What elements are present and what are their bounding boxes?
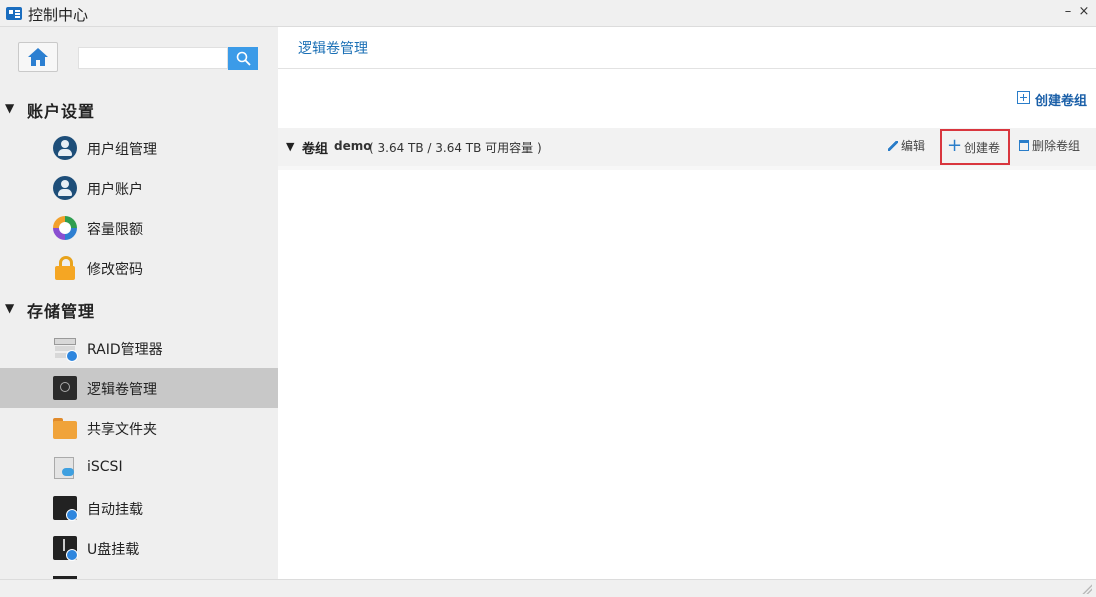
quota-icon bbox=[53, 216, 77, 240]
sidebar-item-label: 用户组管理 bbox=[87, 142, 157, 158]
lock-icon bbox=[53, 256, 77, 280]
sidebar-item-label: 自动挂载 bbox=[87, 502, 143, 518]
sidebar-item-label: 用户账户 bbox=[87, 182, 143, 198]
pencil-icon bbox=[888, 141, 898, 151]
sidebar-item-change-password[interactable]: 修改密码 bbox=[0, 248, 278, 288]
sidebar: ▼ 账户设置 用户组管理 用户账户 容量限额 修改密码 ▼ 存储管理 RAID管… bbox=[0, 27, 278, 579]
create-volume-label: 创建卷 bbox=[964, 141, 1001, 155]
sidebar-item-label: 逻辑卷管理 bbox=[87, 382, 157, 398]
edit-button[interactable]: 编辑 bbox=[888, 137, 925, 157]
auto-mount-icon bbox=[53, 496, 78, 521]
user-group-icon bbox=[53, 136, 77, 160]
plus-box-icon bbox=[1017, 91, 1030, 104]
sidebar-item-iscsi[interactable]: iSCSI bbox=[0, 448, 278, 488]
trash-icon bbox=[1019, 140, 1029, 151]
breadcrumb: 逻辑卷管理 bbox=[298, 41, 368, 57]
section-label: 存储管理 bbox=[27, 302, 96, 321]
title-bar: 控制中心 – × bbox=[0, 0, 1096, 27]
collapse-arrow-icon: ▼ bbox=[5, 101, 15, 115]
resize-grip-icon[interactable] bbox=[1082, 584, 1092, 594]
plus-icon: + bbox=[947, 135, 963, 156]
create-volume-button[interactable]: + 创建卷 bbox=[940, 129, 1010, 165]
sidebar-item-logical-volume[interactable]: 逻辑卷管理 bbox=[0, 368, 278, 408]
search-icon bbox=[236, 51, 251, 66]
search-input[interactable] bbox=[78, 47, 228, 69]
control-center-icon bbox=[6, 7, 22, 20]
raid-icon bbox=[53, 336, 78, 362]
sidebar-item-label: RAID管理器 bbox=[87, 342, 163, 358]
delete-volume-group-label: 删除卷组 bbox=[1032, 139, 1081, 153]
search-button[interactable] bbox=[228, 47, 258, 70]
sidebar-item-label: 修改密码 bbox=[87, 262, 143, 278]
sidebar-item-shared-folder[interactable]: 共享文件夹 bbox=[0, 408, 278, 448]
sidebar-item-auto-mount[interactable]: 自动挂载 bbox=[0, 488, 278, 528]
section-storage-management[interactable]: ▼ 存储管理 bbox=[0, 288, 278, 328]
volume-group-row[interactable]: ▼ 卷组 demo ( 3.64 TB / 3.64 TB 可用容量 ) 编辑 … bbox=[278, 128, 1096, 170]
volume-group-name: demo bbox=[334, 139, 372, 153]
main-panel: 逻辑卷管理 创建卷组 ▼ 卷组 demo ( 3.64 TB / 3.64 TB… bbox=[278, 27, 1096, 579]
edit-label: 编辑 bbox=[901, 139, 926, 153]
section-label: 账户设置 bbox=[27, 102, 96, 121]
user-account-icon bbox=[53, 176, 77, 200]
shared-folder-icon bbox=[53, 416, 77, 440]
collapse-arrow-icon[interactable]: ▼ bbox=[286, 140, 294, 153]
home-icon bbox=[28, 48, 48, 66]
volume-group-capacity: ( 3.64 TB / 3.64 TB 可用容量 ) bbox=[369, 141, 542, 155]
sidebar-item-user-groups[interactable]: 用户组管理 bbox=[0, 128, 278, 168]
minimize-button[interactable]: – bbox=[1060, 4, 1076, 20]
sidebar-item-label: iSCSI bbox=[87, 459, 123, 475]
status-bar bbox=[0, 579, 1096, 597]
sidebar-item-raid-manager[interactable]: RAID管理器 bbox=[0, 328, 278, 368]
close-button[interactable]: × bbox=[1076, 4, 1092, 20]
collapse-arrow-icon: ▼ bbox=[5, 301, 15, 315]
sidebar-item-usb-mount[interactable]: U盘挂载 bbox=[0, 528, 278, 568]
create-volume-group-label: 创建卷组 bbox=[1035, 94, 1088, 109]
logical-volume-icon bbox=[53, 376, 77, 400]
usb-mount-icon bbox=[53, 536, 78, 561]
sidebar-item-label: 共享文件夹 bbox=[87, 422, 157, 438]
home-button[interactable] bbox=[18, 42, 58, 72]
sidebar-item-quota[interactable]: 容量限额 bbox=[0, 208, 278, 248]
sidebar-item-label: U盘挂载 bbox=[87, 542, 140, 558]
divider bbox=[278, 68, 1096, 69]
window-title: 控制中心 bbox=[28, 6, 89, 24]
delete-volume-group-button[interactable]: 删除卷组 bbox=[1019, 137, 1080, 157]
iscsi-icon bbox=[53, 456, 77, 480]
volume-group-label: 卷组 bbox=[302, 142, 329, 157]
sidebar-item-user-accounts[interactable]: 用户账户 bbox=[0, 168, 278, 208]
section-account-settings[interactable]: ▼ 账户设置 bbox=[0, 88, 278, 128]
sidebar-item-label: 容量限额 bbox=[87, 222, 143, 238]
